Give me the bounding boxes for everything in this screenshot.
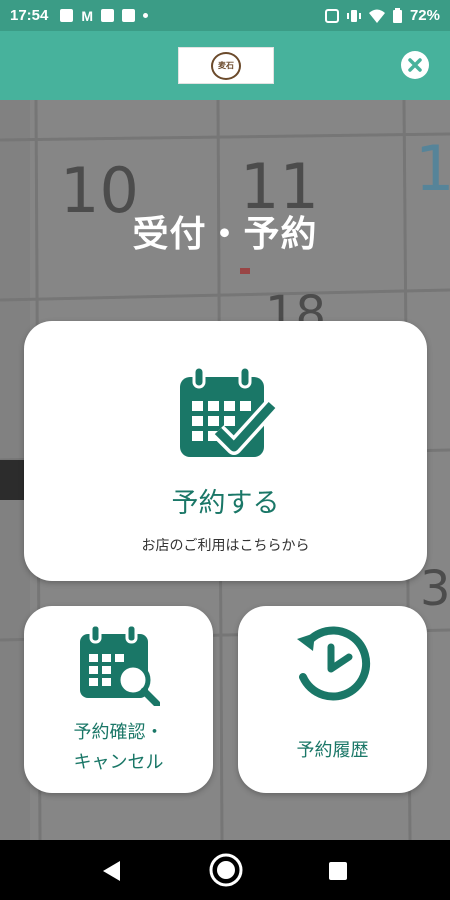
shop-logo: 麦石: [178, 47, 274, 84]
dot-icon: [143, 13, 149, 18]
close-icon: [408, 58, 422, 72]
battery-icon: [392, 8, 402, 23]
calendar-check-icon: [180, 365, 276, 457]
status-bar: 17:54 M 72%: [0, 0, 450, 31]
vibrate-icon: [346, 9, 361, 22]
navigation-bar: [0, 840, 450, 900]
home-icon[interactable]: [208, 852, 244, 888]
history-card[interactable]: 予約履歴: [238, 606, 427, 793]
store-icon: [122, 9, 136, 22]
reserve-card[interactable]: 予約する お店のご利用はこちらから: [24, 321, 427, 581]
history-clock-icon: [297, 626, 371, 701]
wifi-icon: [368, 9, 385, 23]
calendar-search-icon: [80, 624, 160, 706]
confirm-label-line2: キャンセル: [73, 752, 164, 773]
confirm-label-line1: 予約確認・: [73, 722, 164, 743]
back-icon[interactable]: [103, 861, 121, 881]
battery-percent: 72%: [409, 7, 440, 24]
reserve-label: 予約する: [171, 488, 280, 519]
confirm-cancel-card[interactable]: 予約確認・ キャンセル: [24, 606, 213, 793]
page-title: 受付・予約: [132, 214, 318, 255]
logo-text: 麦石: [218, 61, 234, 70]
nfc-icon: [324, 8, 339, 23]
gmail-icon: M: [81, 7, 94, 24]
close-button[interactable]: [401, 51, 429, 79]
history-label: 予約履歴: [296, 740, 369, 761]
image-icon: [60, 9, 74, 22]
reserve-subtext: お店のご利用はこちらから: [141, 538, 310, 554]
app-header: 麦石: [0, 31, 450, 100]
status-time: 17:54: [10, 7, 49, 24]
store-icon: [101, 9, 115, 22]
logo-mark: 麦石: [211, 51, 241, 80]
recents-icon[interactable]: [329, 862, 347, 880]
